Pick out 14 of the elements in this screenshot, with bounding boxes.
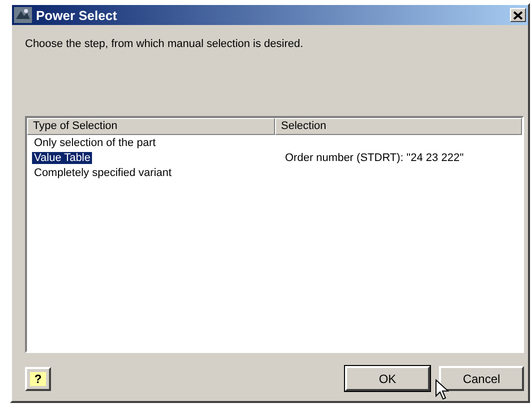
app-icon <box>14 7 32 23</box>
cancel-button[interactable]: Cancel <box>439 366 524 391</box>
table-cell[interactable]: Only selection of the part <box>32 136 158 148</box>
help-button[interactable]: ? <box>25 366 51 390</box>
close-button[interactable] <box>510 8 526 22</box>
table-cell[interactable]: Completely specified variant <box>32 166 174 178</box>
instruction-text: Choose the step, from which manual selection is desired. <box>25 38 304 52</box>
window-title: Power Select <box>36 8 117 22</box>
table-cell-text: Order number (STDRT): ''24 23 222'' <box>284 152 465 164</box>
table-cell[interactable]: Value Table <box>32 152 92 164</box>
close-icon <box>513 10 523 20</box>
column-header[interactable]: Type of Selection <box>27 118 275 135</box>
column-header[interactable]: Selection <box>275 118 522 135</box>
ok-button[interactable]: OK <box>345 366 430 391</box>
